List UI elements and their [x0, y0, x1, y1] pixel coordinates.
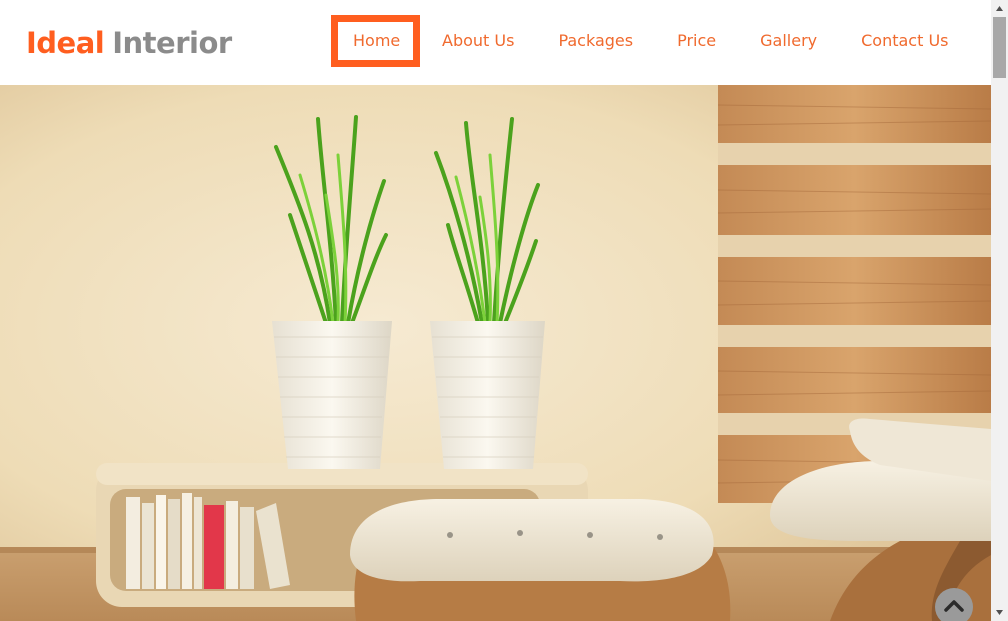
chevron-up-icon — [944, 600, 964, 612]
site-header: Ideal Interior Home About Us Packages Pri… — [0, 0, 991, 85]
back-to-top-button[interactable] — [935, 588, 973, 621]
hero-image — [0, 85, 991, 621]
nav-link-about-us[interactable]: About Us — [442, 15, 514, 67]
page-scrollbar[interactable] — [991, 0, 1008, 621]
scroll-down-arrow-icon[interactable] — [991, 604, 1008, 621]
nav-link-contact-us[interactable]: Contact Us — [861, 15, 948, 67]
ottoman — [350, 499, 731, 621]
page: Ideal Interior Home About Us Packages Pri… — [0, 0, 1008, 621]
scroll-up-arrow-icon[interactable] — [991, 0, 1008, 17]
main-nav: Home About Us Packages Price Gallery Con… — [331, 15, 949, 67]
logo-text-secondary: Interior — [112, 26, 232, 60]
nav-link-home[interactable]: Home — [331, 15, 420, 67]
logo-text-primary: Ideal — [26, 26, 105, 60]
site-logo[interactable]: Ideal Interior — [26, 24, 232, 62]
nav-link-gallery[interactable]: Gallery — [760, 15, 817, 67]
nav-link-packages[interactable]: Packages — [558, 15, 633, 67]
nav-link-price[interactable]: Price — [677, 15, 716, 67]
scrollbar-thumb[interactable] — [993, 17, 1006, 78]
hero-banner — [0, 85, 991, 621]
